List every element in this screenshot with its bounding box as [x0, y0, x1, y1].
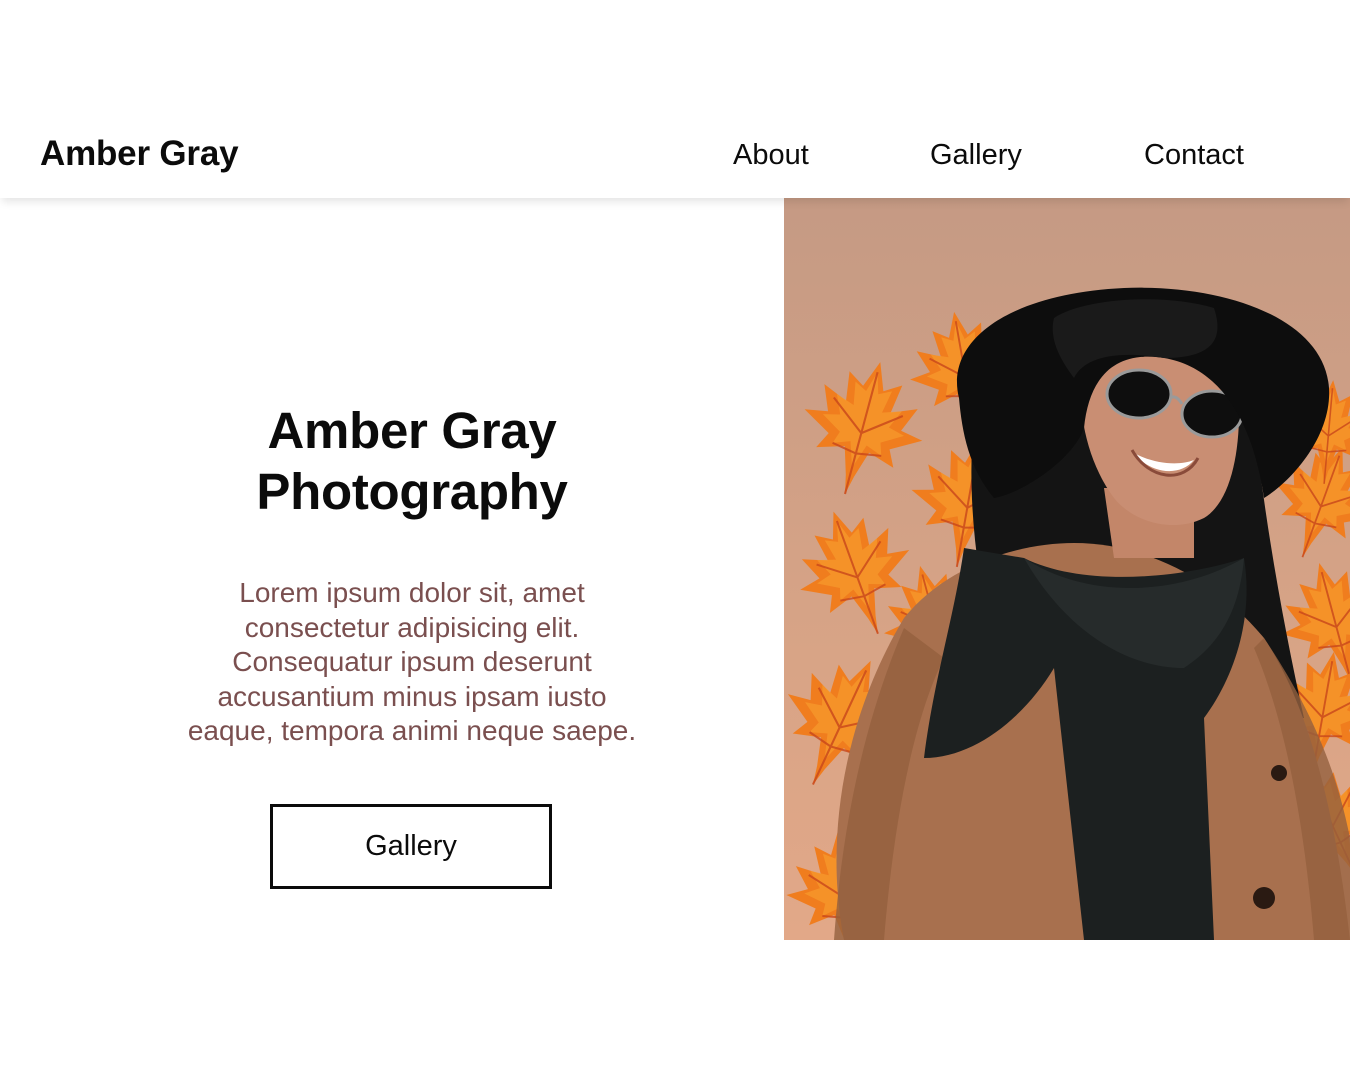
nav-link-gallery[interactable]: Gallery — [930, 137, 1022, 173]
gallery-button[interactable]: Gallery — [270, 804, 552, 889]
nav-link-contact[interactable]: Contact — [1144, 137, 1244, 173]
hero-title-line: Amber Gray — [267, 402, 557, 459]
coat-button-icon — [1271, 765, 1287, 781]
hero-description-line: Lorem ipsum dolor sit, amet — [239, 577, 585, 608]
coat-button-icon — [1253, 887, 1275, 909]
nav-link-about[interactable]: About — [733, 137, 809, 173]
site-header: Amber Gray About Gallery Contact — [0, 110, 1350, 198]
hero-description-line: consectetur adipisicing elit. — [244, 611, 580, 643]
hero-description-line: eaque, tempora animi neque saepe. — [187, 715, 637, 746]
hero-description: Lorem ipsum dolor sit, amet consectetur … — [140, 576, 684, 749]
hero-text-section: Amber Gray Photography Lorem ipsum dolor… — [0, 198, 784, 940]
brand-logo-link[interactable]: Amber Gray — [40, 134, 239, 174]
hero-title-line: Photography — [256, 463, 568, 520]
hero-photo-illustration — [784, 287, 1350, 940]
hero-description-line: accusantium minus ipsam iusto — [217, 680, 607, 712]
hero-title: Amber Gray Photography — [0, 400, 824, 522]
hero-description-line: Consequatur ipsum deserunt — [232, 646, 592, 677]
hero-photo — [784, 198, 1350, 940]
